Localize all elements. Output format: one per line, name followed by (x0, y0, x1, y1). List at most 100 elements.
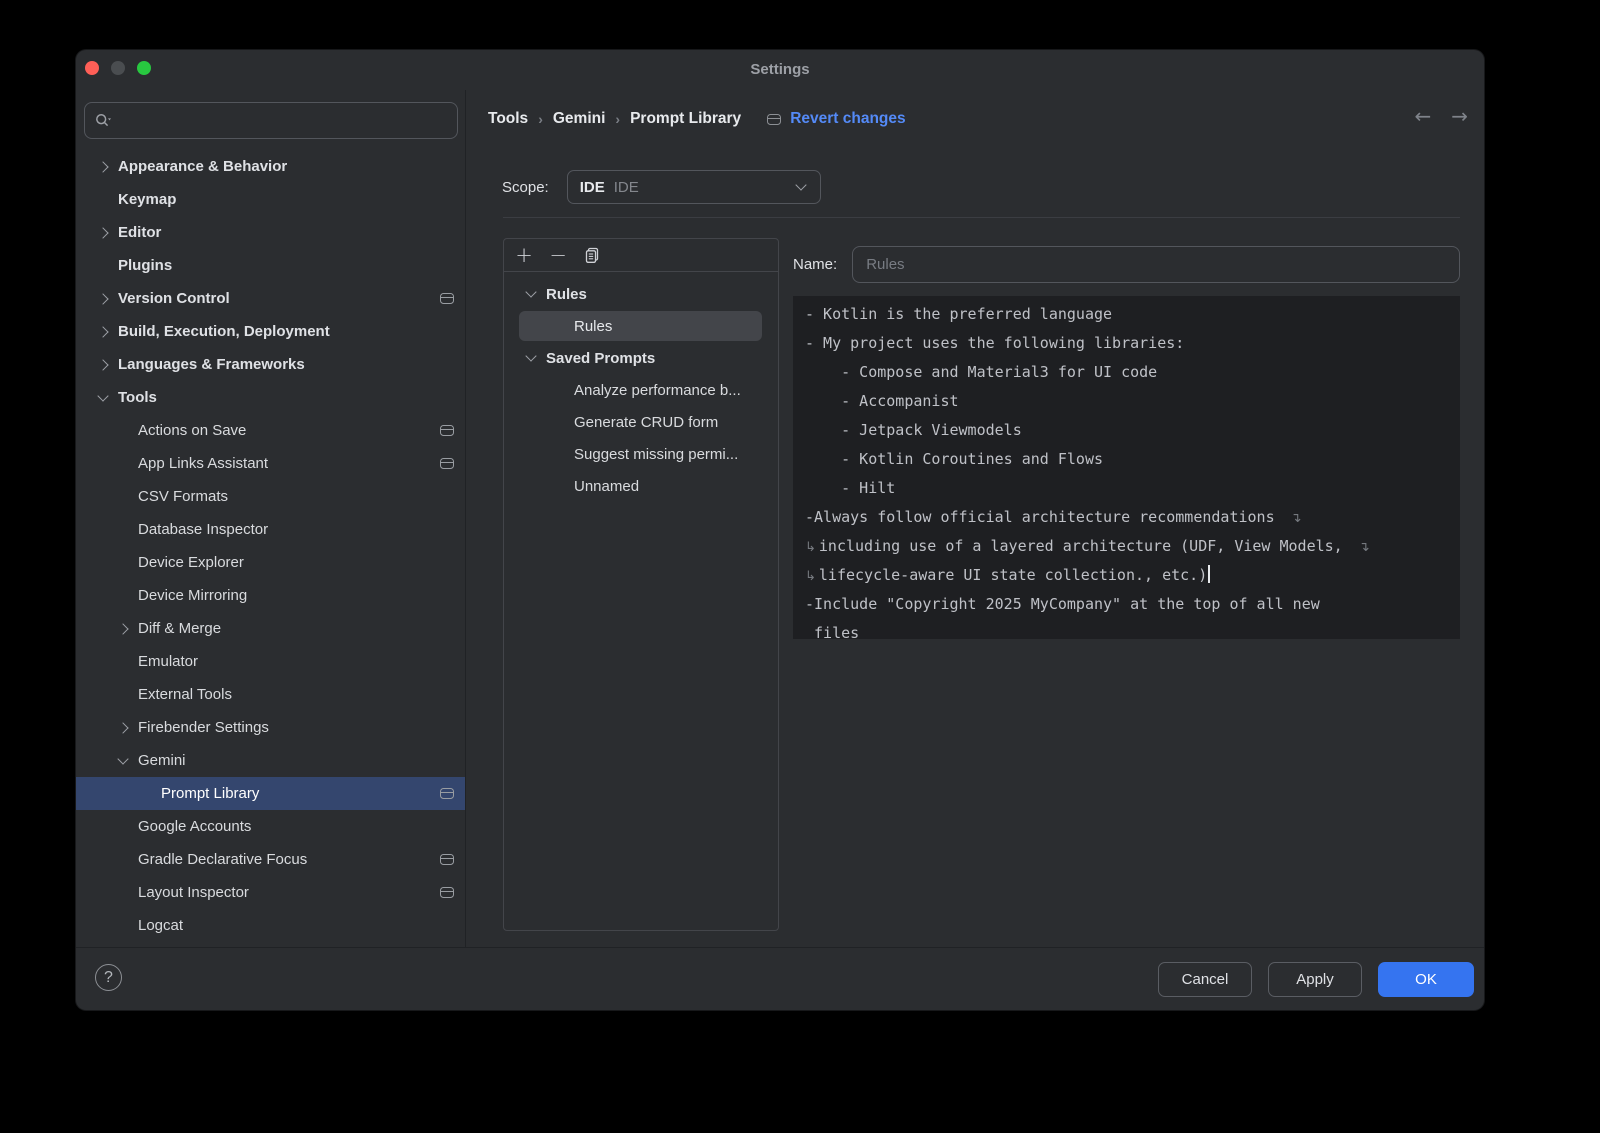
editor-line: - Compose and Material3 for UI code (805, 358, 1448, 387)
editor-line-text: including use of a layered architecture … (819, 537, 1352, 555)
prompt-tree-toolbar: + − (504, 239, 778, 272)
soft-wrap-start-icon: ↳ (805, 540, 816, 555)
prompt-name-input[interactable]: Rules (852, 246, 1460, 283)
sidebar-item-logcat[interactable]: Logcat (76, 909, 465, 942)
breadcrumb-tools[interactable]: Tools (488, 110, 528, 128)
sidebar-item-label: Keymap (118, 191, 176, 208)
sidebar-item-external-tools[interactable]: External Tools (76, 678, 465, 711)
revert-changes-link[interactable]: Revert changes (790, 110, 905, 128)
breadcrumb-prompt-library[interactable]: Prompt Library (630, 110, 741, 128)
sidebar-item-tools[interactable]: Tools (76, 381, 465, 414)
modified-indicator-icon (440, 458, 454, 469)
chevron-spacer (116, 688, 130, 702)
prompt-group-rules[interactable]: Rules (504, 278, 778, 310)
cancel-button[interactable]: Cancel (1158, 962, 1252, 997)
forward-arrow-icon[interactable]: → (1451, 104, 1468, 128)
sidebar-item-csv-formats[interactable]: CSV Formats (76, 480, 465, 513)
chevron-down-icon[interactable] (116, 754, 130, 768)
sidebar-item-actions-on-save[interactable]: Actions on Save (76, 414, 465, 447)
prompt-name-value: Rules (866, 256, 904, 273)
remove-prompt-button[interactable]: − (548, 245, 568, 265)
copy-prompt-button[interactable] (582, 245, 602, 265)
copy-icon (584, 247, 601, 264)
sidebar-item-label: Plugins (118, 257, 172, 274)
sidebar-item-diff-merge[interactable]: Diff & Merge (76, 612, 465, 645)
scope-dropdown[interactable]: IDE IDE (567, 170, 821, 204)
prompt-group-label: Saved Prompts (546, 350, 655, 367)
editor-line: - Accompanist (805, 387, 1448, 416)
prompt-item-label: Generate CRUD form (574, 414, 718, 431)
chevron-spacer (139, 787, 153, 801)
sidebar-item-gemini[interactable]: Gemini (76, 744, 465, 777)
chevron-right-icon[interactable] (116, 721, 130, 735)
chevron-down-icon[interactable] (524, 351, 538, 365)
editor-line-text: - Kotlin Coroutines and Flows (805, 450, 1103, 468)
sidebar-item-app-links-assistant[interactable]: App Links Assistant (76, 447, 465, 480)
sidebar-item-firebender-settings[interactable]: Firebender Settings (76, 711, 465, 744)
sidebar-item-device-explorer[interactable]: Device Explorer (76, 546, 465, 579)
scope-row: Scope: IDE IDE (502, 170, 821, 204)
sidebar-item-label: Editor (118, 224, 161, 241)
modified-indicator-icon (440, 425, 454, 436)
sidebar-item-gradle-declarative-focus[interactable]: Gradle Declarative Focus (76, 843, 465, 876)
add-prompt-button[interactable]: + (514, 245, 534, 265)
chevron-spacer (116, 820, 130, 834)
prompt-item-unnamed[interactable]: Unnamed (504, 470, 778, 502)
sidebar-item-prompt-library[interactable]: Prompt Library (76, 777, 465, 810)
prompt-item-suggest-missing-permi[interactable]: Suggest missing permi... (504, 438, 778, 470)
prompt-item-rules[interactable]: Rules (519, 311, 762, 341)
sidebar-item-plugins[interactable]: Plugins (76, 249, 465, 282)
sidebar-item-keymap[interactable]: Keymap (76, 183, 465, 216)
sidebar-item-emulator[interactable]: Emulator (76, 645, 465, 678)
prompt-text-editor[interactable]: - Kotlin is the preferred language- My p… (793, 296, 1460, 639)
sidebar-item-version-control[interactable]: Version Control (76, 282, 465, 315)
sidebar-item-label: Version Control (118, 290, 230, 307)
apply-button[interactable]: Apply (1268, 962, 1362, 997)
breadcrumb-gemini[interactable]: Gemini (553, 110, 606, 128)
section-divider (503, 217, 1460, 218)
chevron-spacer (96, 193, 110, 207)
chevron-right-icon[interactable] (96, 160, 110, 174)
sidebar-item-languages-frameworks[interactable]: Languages & Frameworks (76, 348, 465, 381)
chevron-right-icon[interactable] (96, 325, 110, 339)
sidebar-item-google-accounts[interactable]: Google Accounts (76, 810, 465, 843)
sidebar-item-label: Gradle Declarative Focus (138, 851, 307, 868)
breadcrumb-separator: › (615, 111, 620, 127)
chevron-spacer (116, 457, 130, 471)
settings-search-box[interactable] (84, 102, 458, 139)
sidebar-item-appearance-behavior[interactable]: Appearance & Behavior (76, 150, 465, 183)
zoom-window-button[interactable] (137, 61, 151, 75)
prompt-group-saved-prompts[interactable]: Saved Prompts (504, 342, 778, 374)
sidebar-item-label: Google Accounts (138, 818, 251, 835)
prompt-item-generate-crud-form[interactable]: Generate CRUD form (504, 406, 778, 438)
settings-nav-list: Appearance & Behavior Keymap Editor Plugins… (76, 150, 465, 942)
sidebar-item-label: Logcat (138, 917, 183, 934)
sidebar-item-label: Prompt Library (161, 785, 259, 802)
sidebar-item-editor[interactable]: Editor (76, 216, 465, 249)
prompt-tree-panel: + − RulesRules Saved Prompts Analyze perfo… (503, 238, 779, 931)
back-arrow-icon[interactable]: ← (1414, 104, 1431, 128)
search-input[interactable] (115, 112, 447, 129)
ok-button[interactable]: OK (1378, 962, 1474, 997)
sidebar-item-database-inspector[interactable]: Database Inspector (76, 513, 465, 546)
chevron-right-icon[interactable] (96, 292, 110, 306)
editor-line-text: - Accompanist (805, 392, 959, 410)
chevron-right-icon[interactable] (116, 622, 130, 636)
close-window-button[interactable] (85, 61, 99, 75)
chevron-spacer (116, 919, 130, 933)
chevron-right-icon[interactable] (96, 226, 110, 240)
chevron-down-icon[interactable] (524, 287, 538, 301)
editor-line: -Always follow official architecture rec… (805, 503, 1448, 532)
editor-line-text: - My project uses the following librarie… (805, 334, 1184, 352)
sidebar-item-device-mirroring[interactable]: Device Mirroring (76, 579, 465, 612)
chevron-down-icon[interactable] (96, 391, 110, 405)
minimize-window-button[interactable] (111, 61, 125, 75)
chevron-spacer (116, 853, 130, 867)
settings-window: Settings Appearance & BehaviorKeymapEdit… (76, 50, 1484, 1010)
editor-line: ↳including use of a layered architecture… (805, 532, 1448, 561)
sidebar-item-layout-inspector[interactable]: Layout Inspector (76, 876, 465, 909)
prompt-item-analyze-performance-b[interactable]: Analyze performance b... (504, 374, 778, 406)
chevron-right-icon[interactable] (96, 358, 110, 372)
help-button[interactable]: ? (95, 964, 122, 991)
sidebar-item-build-execution-deployment[interactable]: Build, Execution, Deployment (76, 315, 465, 348)
